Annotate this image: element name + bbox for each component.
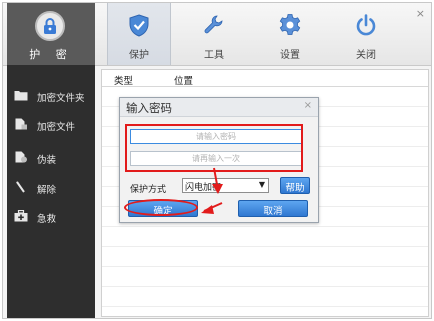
- lock-logo-icon: [35, 11, 65, 41]
- app-logo: 护 密: [7, 3, 95, 65]
- cancel-button[interactable]: 取消: [238, 200, 308, 217]
- sidebar-item-disguise[interactable]: 伪装: [7, 149, 95, 167]
- folder-icon: [14, 91, 28, 101]
- row-divider: [102, 266, 428, 267]
- help-button[interactable]: 帮助: [280, 177, 310, 194]
- shield-check-icon: [129, 14, 149, 37]
- nav-protect-label: 保护: [129, 50, 149, 61]
- dialog-title: 输入密码: [126, 101, 172, 115]
- disguise-file-icon: [15, 151, 27, 163]
- unlock-wand-icon: [16, 181, 25, 193]
- nav-settings[interactable]: 设置: [259, 3, 321, 65]
- protection-method-value: 闪电加密: [185, 183, 222, 193]
- sidebar-item-encrypt-folder[interactable]: 加密文件夹: [7, 87, 95, 105]
- nav-close[interactable]: 关闭: [335, 3, 397, 65]
- row-divider: [102, 286, 428, 287]
- nav-settings-label: 设置: [280, 50, 300, 61]
- sidebar-item-first-aid[interactable]: 急救: [7, 208, 95, 226]
- sidebar-item-label: 加密文件: [37, 122, 76, 133]
- power-icon: [356, 14, 376, 36]
- protection-method-select[interactable]: 闪电加密 ▼: [182, 178, 269, 193]
- gear-icon: [279, 14, 301, 35]
- column-header-type[interactable]: 类型: [114, 73, 133, 87]
- column-header-location[interactable]: 位置: [174, 73, 193, 87]
- nav-tools-label: 工具: [204, 50, 224, 61]
- annotation-highlight-box: [125, 124, 303, 172]
- sidebar-item-label: 解除: [37, 185, 57, 196]
- sidebar-item-label: 加密文件夹: [37, 93, 85, 104]
- nav-close-label: 关闭: [356, 50, 376, 61]
- row-divider: [102, 226, 428, 227]
- nav-tools[interactable]: 工具: [183, 3, 245, 65]
- window-close-button[interactable]: ×: [416, 7, 425, 20]
- file-lock-icon: [15, 118, 27, 130]
- row-divider: [102, 306, 428, 307]
- dialog-title-bar: 输入密码 ×: [120, 98, 318, 117]
- protection-method-label: 保护方式: [130, 185, 167, 195]
- top-navigation-bar: 护 密 保护 工具 设置 关闭 ×: [3, 3, 431, 66]
- sidebar-item-label: 伪装: [37, 155, 57, 166]
- annotation-highlight-ellipse: [124, 199, 198, 216]
- chevron-down-icon: ▼: [258, 180, 265, 189]
- first-aid-kit-icon: [14, 210, 28, 222]
- sidebar-item-label: 急救: [37, 214, 57, 225]
- nav-protect[interactable]: 保护: [107, 3, 171, 65]
- app-logo-label: 护 密: [29, 48, 73, 61]
- wrench-icon: [204, 15, 223, 34]
- list-header: 类型 位置: [102, 70, 428, 87]
- sidebar: 加密文件夹 加密文件 伪装 解除 急救: [7, 65, 95, 318]
- row-divider: [102, 246, 428, 247]
- sidebar-item-encrypt-file[interactable]: 加密文件: [7, 116, 95, 134]
- dialog-close-button[interactable]: ×: [304, 100, 312, 111]
- sidebar-item-unlock[interactable]: 解除: [7, 179, 95, 197]
